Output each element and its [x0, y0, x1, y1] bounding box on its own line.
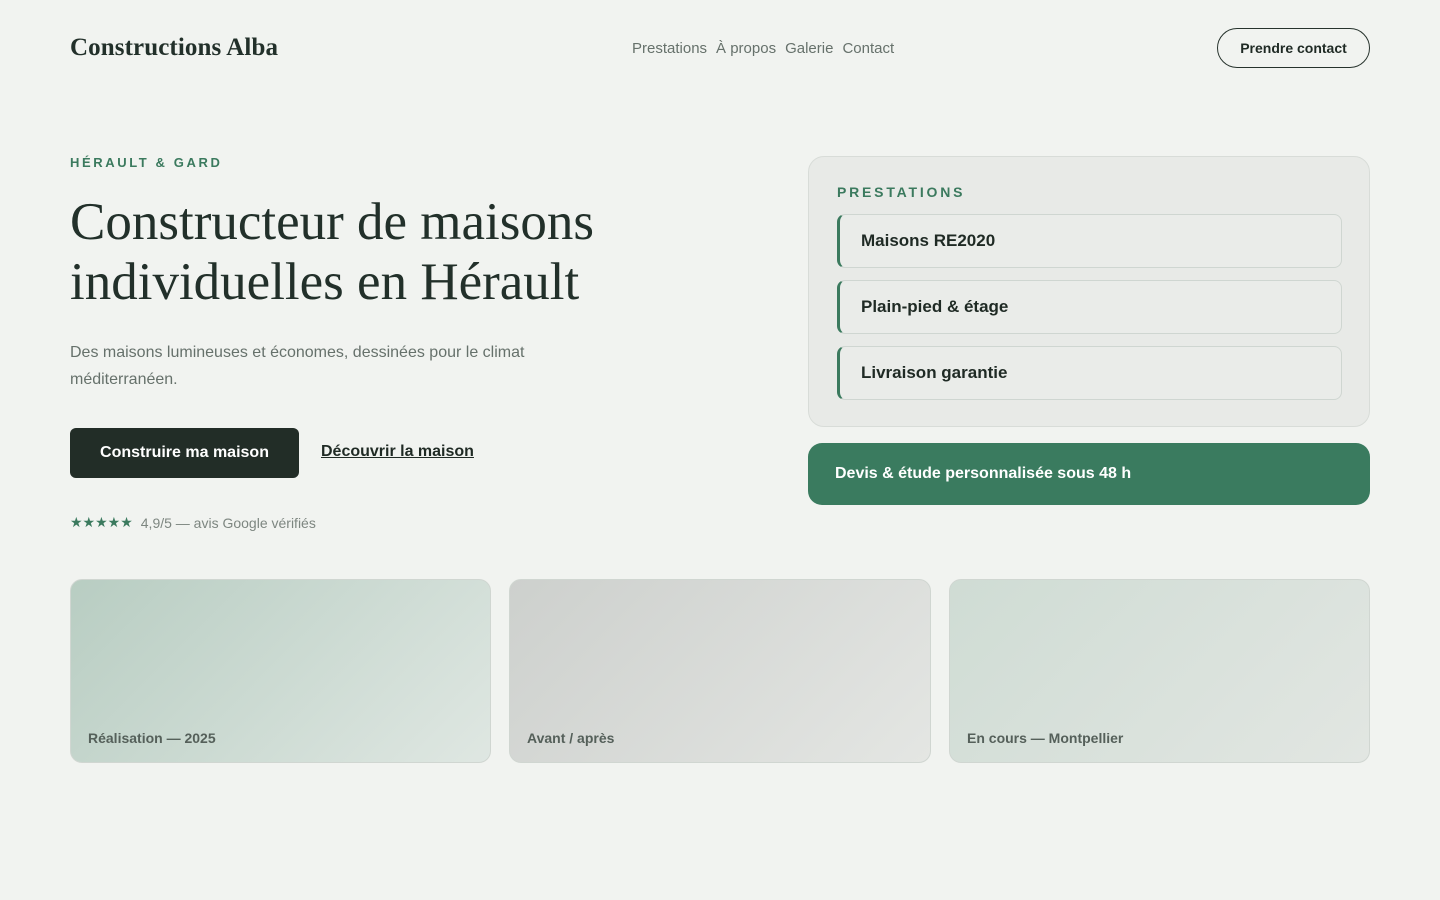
gallery-card-en-cours[interactable]: En cours — Montpellier: [949, 579, 1370, 763]
main-nav: Prestations À propos Galerie Contact: [632, 28, 894, 68]
rating-summary: ★★★★★ 4,9/5 — avis Google vérifiés: [70, 514, 316, 531]
service-item[interactable]: Plain-pied & étage: [837, 280, 1342, 334]
gallery-card-realisation[interactable]: Réalisation — 2025: [70, 579, 491, 763]
star-rating-icon: ★★★★★: [70, 514, 133, 530]
site-header: Constructions Alba Prestations À propos …: [70, 28, 1370, 68]
build-house-button[interactable]: Construire ma maison: [70, 428, 299, 478]
services-panel: PRESTATIONS Maisons RE2020 Plain-pied & …: [808, 156, 1370, 427]
gallery-card-label: En cours — Montpellier: [967, 730, 1124, 746]
rating-text: 4,9/5 — avis Google vérifiés: [140, 514, 316, 531]
gallery-card-avant-apres[interactable]: Avant / après: [509, 579, 931, 763]
service-item[interactable]: Maisons RE2020: [837, 214, 1342, 268]
discover-house-link[interactable]: Découvrir la maison: [321, 443, 474, 461]
nav-item-prestations[interactable]: Prestations: [632, 40, 707, 57]
nav-item-a-propos[interactable]: À propos: [716, 40, 776, 57]
hero-title: Constructeur de maisons individuelles en…: [70, 193, 595, 311]
contact-button[interactable]: Prendre contact: [1217, 28, 1370, 68]
gallery-card-label: Réalisation — 2025: [88, 730, 216, 746]
brand-logo[interactable]: Constructions Alba: [70, 34, 278, 62]
services-title: PRESTATIONS: [837, 184, 966, 200]
quote-banner[interactable]: Devis & étude personnalisée sous 48 h: [808, 443, 1370, 505]
nav-item-galerie[interactable]: Galerie: [785, 40, 833, 57]
nav-item-contact[interactable]: Contact: [842, 40, 894, 57]
gallery-card-label: Avant / après: [527, 730, 615, 746]
hero-subtitle: Des maisons lumineuses et économes, dess…: [70, 344, 525, 388]
hero-eyebrow: HÉRAULT & GARD: [70, 155, 223, 170]
service-item[interactable]: Livraison garantie: [837, 346, 1342, 400]
